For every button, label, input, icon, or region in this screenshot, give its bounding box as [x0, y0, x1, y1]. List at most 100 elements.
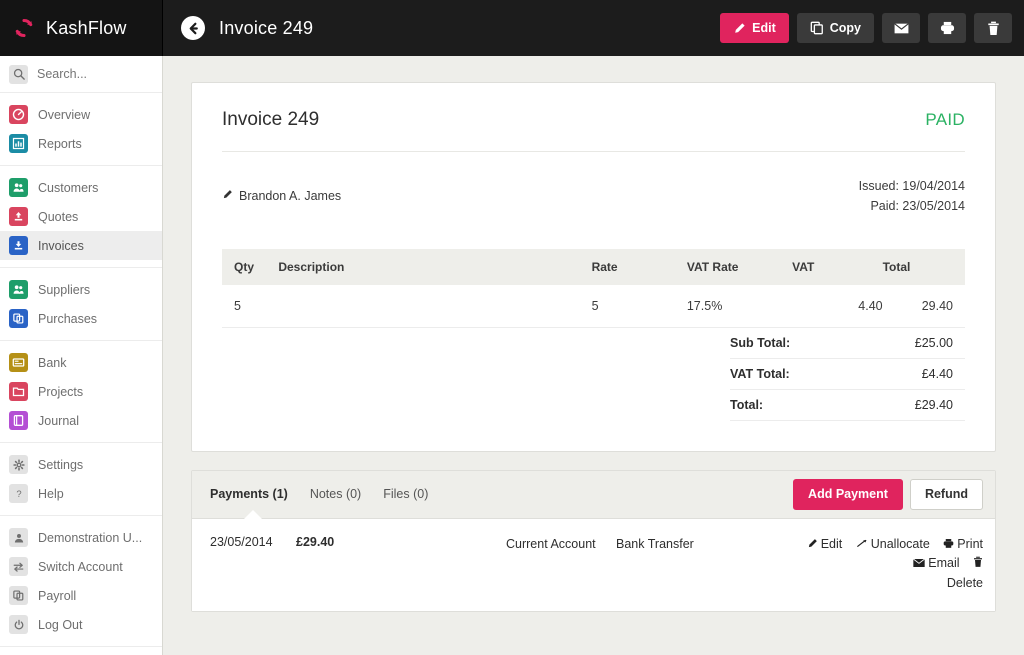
sidebar-item-label: Journal	[38, 414, 79, 428]
payments-card: Payments (1) Notes (0) Files (0) Add Pay…	[191, 470, 996, 612]
back-arrow-icon[interactable]	[181, 16, 205, 40]
sidebar-item-customers[interactable]: Customers	[0, 173, 162, 202]
topbar-main: Invoice 249	[163, 0, 720, 56]
pages-icon	[9, 586, 28, 605]
gauge-icon	[9, 105, 28, 124]
sidebar-item-suppliers[interactable]: Suppliers	[0, 275, 162, 304]
sidebar-item-quotes[interactable]: Quotes	[0, 202, 162, 231]
column-header-rate: Rate	[592, 249, 687, 285]
active-tab-pointer	[244, 510, 262, 519]
grand-total-label: Total:	[730, 398, 763, 412]
page-title: Invoice 249	[219, 18, 313, 39]
payment-email-link[interactable]: Email	[913, 554, 959, 572]
power-icon	[9, 615, 28, 634]
cell-vat-rate: 17.5%	[687, 285, 792, 328]
sidebar-item-settings[interactable]: Settings	[0, 450, 162, 479]
sidebar-group-account: Demonstration U... Switch Account Payrol…	[0, 516, 162, 647]
payment-print-label: Print	[957, 535, 983, 553]
brand-area[interactable]: KashFlow	[0, 0, 163, 56]
column-header-qty: Qty	[222, 249, 278, 285]
sidebar-item-label: Quotes	[38, 210, 78, 224]
paid-date: Paid: 23/05/2014	[859, 196, 965, 216]
payment-row: 23/05/2014 £29.40 Current Account Bank T…	[210, 535, 983, 593]
invoice-meta: Brandon A. James Issued: 19/04/2014 Paid…	[222, 152, 965, 249]
payment-delete-link[interactable]: Delete	[766, 574, 983, 592]
sidebar-item-label: Demonstration U...	[38, 531, 142, 545]
cell-qty: 5	[222, 285, 278, 328]
customer-name: Brandon A. James	[239, 189, 341, 203]
invoice-header: Invoice 249 PAID	[222, 109, 965, 152]
tab-payments[interactable]: Payments (1)	[210, 487, 288, 501]
column-header-vat-rate: VAT Rate	[687, 249, 792, 285]
search-row[interactable]	[0, 56, 162, 93]
payments-actions: Add Payment Refund	[793, 479, 983, 510]
trash-icon	[973, 556, 983, 568]
sidebar-item-journal[interactable]: Journal	[0, 406, 162, 435]
grand-total-row: Total: £29.40	[730, 390, 965, 421]
payment-edit-link[interactable]: Edit	[807, 535, 843, 553]
sidebar-group-accounting: Bank Projects Journal	[0, 341, 162, 443]
payment-method: Bank Transfer	[616, 535, 766, 553]
sidebar-item-log-out[interactable]: Log Out	[0, 610, 162, 639]
main-content: Invoice 249 PAID Brandon A. James Issued…	[163, 56, 1024, 655]
edit-button-label: Edit	[752, 21, 776, 35]
pencil-icon	[222, 187, 233, 205]
arrow-up-right-icon	[856, 538, 868, 549]
column-header-total: Total	[883, 249, 965, 285]
payment-account: Current Account	[506, 535, 616, 553]
sidebar-item-label: Projects	[38, 385, 83, 399]
sidebar-item-bank[interactable]: Bank	[0, 348, 162, 377]
sidebar-item-invoices[interactable]: Invoices	[0, 231, 162, 260]
book-icon	[9, 411, 28, 430]
printer-icon	[943, 538, 954, 549]
sidebar-item-purchases[interactable]: Purchases	[0, 304, 162, 333]
customer-block[interactable]: Brandon A. James	[222, 176, 341, 217]
sub-total-label: Sub Total:	[730, 336, 790, 350]
tab-notes[interactable]: Notes (0)	[310, 487, 361, 501]
top-bar: KashFlow Invoice 249 Edit	[0, 0, 1024, 56]
refund-button[interactable]: Refund	[910, 479, 983, 510]
sidebar-item-help[interactable]: ? Help	[0, 479, 162, 508]
invoice-dates: Issued: 19/04/2014 Paid: 23/05/2014	[859, 176, 965, 217]
sidebar-item-demonstration-user[interactable]: Demonstration U...	[0, 523, 162, 552]
gear-icon	[9, 455, 28, 474]
add-payment-button[interactable]: Add Payment	[793, 479, 903, 510]
delete-button[interactable]	[974, 13, 1012, 43]
sidebar-item-payroll[interactable]: Payroll	[0, 581, 162, 610]
sidebar-item-projects[interactable]: Projects	[0, 377, 162, 406]
sidebar-item-label: Help	[38, 487, 64, 501]
sidebar-item-label: Overview	[38, 108, 90, 122]
print-button[interactable]	[928, 13, 966, 43]
sidebar-item-overview[interactable]: Overview	[0, 100, 162, 129]
column-header-description: Description	[278, 249, 591, 285]
people-icon	[9, 280, 28, 299]
sidebar-item-reports[interactable]: Reports	[0, 129, 162, 158]
status-badge: PAID	[925, 110, 965, 130]
sidebar-item-label: Reports	[38, 137, 82, 151]
vat-total-label: VAT Total:	[730, 367, 790, 381]
tab-files[interactable]: Files (0)	[383, 487, 428, 501]
line-items-table: Qty Description Rate VAT Rate VAT Total …	[222, 249, 965, 328]
sidebar-item-label: Log Out	[38, 618, 82, 632]
tab-bar: Payments (1) Notes (0) Files (0)	[210, 487, 428, 501]
sidebar-item-label: Payroll	[38, 589, 76, 603]
search-icon	[9, 65, 28, 84]
payment-delete-icon-link[interactable]	[973, 556, 983, 568]
edit-button[interactable]: Edit	[720, 13, 789, 43]
envelope-icon	[894, 22, 909, 35]
invoice-card: Invoice 249 PAID Brandon A. James Issued…	[191, 82, 996, 452]
copy-button[interactable]: Copy	[797, 13, 874, 43]
upload-box-icon	[9, 207, 28, 226]
invoice-title: Invoice 249	[222, 109, 319, 131]
svg-text:?: ?	[16, 488, 21, 499]
payment-print-link[interactable]: Print	[943, 535, 983, 553]
cell-total: 29.40	[883, 285, 965, 328]
payment-date: 23/05/2014	[210, 535, 296, 549]
payment-unallocate-link[interactable]: Unallocate	[856, 535, 930, 553]
email-button[interactable]	[882, 13, 920, 43]
sidebar-item-label: Suppliers	[38, 283, 90, 297]
sidebar-group-system: Settings ? Help	[0, 443, 162, 516]
printer-icon	[940, 21, 955, 35]
search-input[interactable]	[37, 67, 147, 81]
sidebar-item-switch-account[interactable]: Switch Account	[0, 552, 162, 581]
